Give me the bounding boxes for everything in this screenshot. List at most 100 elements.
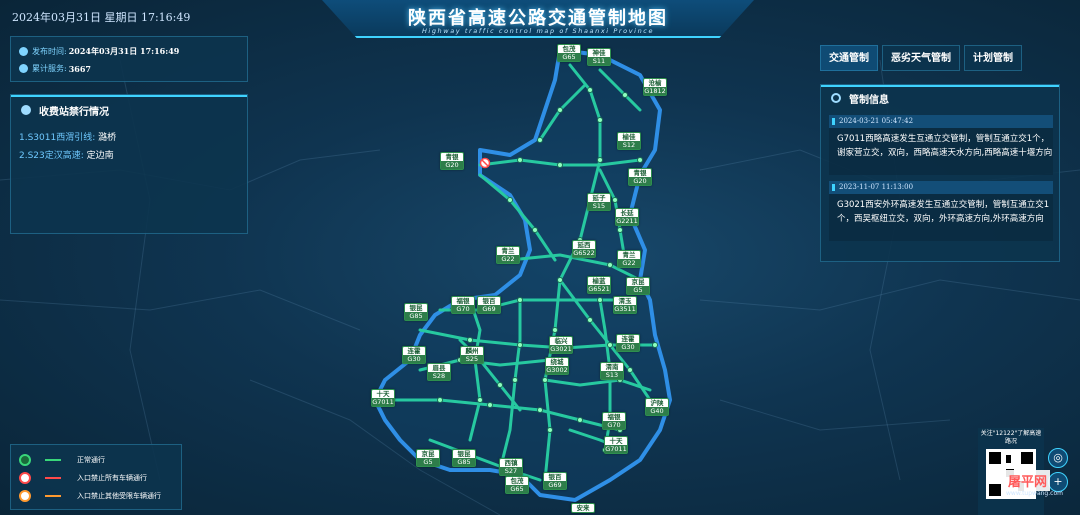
route-shield[interactable]: 沪陕 G40	[645, 398, 669, 416]
route-name: 临兴	[554, 337, 568, 345]
route-name: 银百	[482, 297, 496, 305]
route-name: 眉县	[432, 364, 446, 372]
legend-line	[45, 495, 61, 497]
route-code: S13	[601, 371, 623, 379]
route-code: G30	[403, 355, 425, 363]
no-entry-icon	[19, 472, 31, 484]
route-shield[interactable]: 青银 G20	[440, 152, 464, 170]
route-shield[interactable]: 连霍 G30	[402, 346, 426, 364]
route-shield[interactable]: 麟州 S25	[460, 346, 484, 364]
route-shield[interactable]: 神佳 S11	[587, 48, 611, 66]
route-shield[interactable]: 渭南 S13	[600, 362, 624, 380]
service-count-label: 累计服务:	[32, 64, 67, 73]
route-shield[interactable]: 长延 G2211	[615, 208, 639, 226]
route-shield[interactable]: 福银 G70	[451, 296, 475, 314]
route-name: 沧榆	[648, 79, 662, 87]
route-code: G7011	[605, 445, 627, 453]
control-info-panel: 管制信息 2024-03-21 05:47:42 G7011西略高速发生互通立交…	[820, 84, 1060, 262]
route-name: 福银	[456, 297, 470, 305]
notice-time: 2023-11-07 11:13:00	[829, 181, 1053, 194]
toll-station-panel: 收费站禁行情况 1.S3011西渭引线: 潞桥 2.S23定汉高速: 定边南	[10, 94, 248, 234]
route-code: G3002	[546, 366, 568, 374]
route-shield[interactable]: 临兴 G3021	[549, 336, 573, 354]
route-name: 长延	[620, 209, 634, 217]
top-bar: 2024年03月31日 星期日 17:16:49 陕西省高速公路交通管制地图 H…	[0, 0, 1080, 38]
route-code: G70	[452, 305, 474, 313]
route-code: G6522	[573, 249, 595, 257]
info-icon	[21, 105, 31, 115]
route-name: 沪陕	[650, 399, 664, 407]
route-code: G65	[558, 53, 580, 61]
route-code: S25	[461, 355, 483, 363]
route-code: G69	[478, 305, 500, 313]
route-shield[interactable]: 沧榆 G1812	[643, 78, 667, 96]
route-shield[interactable]: 延西 G6522	[572, 240, 596, 258]
route-code: G20	[441, 161, 463, 169]
route-name: 包茂	[562, 45, 576, 53]
route-shield[interactable]: 榆佳 S12	[617, 132, 641, 150]
route-shield[interactable]: 青兰 G22	[496, 246, 520, 264]
restricted-entry-icon	[19, 490, 31, 502]
route-shield[interactable]: 银昆 G85	[404, 303, 428, 321]
route-name: 西镇	[504, 459, 518, 467]
locate-button[interactable]: ◎	[1048, 448, 1068, 468]
route-code: S12	[618, 141, 640, 149]
route-shield[interactable]: 渭玉 G3511	[613, 296, 637, 314]
control-notice[interactable]: 2024-03-21 05:47:42 G7011西略高速发生互通立交管制，管制…	[829, 115, 1053, 175]
legend-item-restricted: 入口禁止其他受限车辆通行	[19, 487, 173, 505]
tab-planned-control[interactable]: 计划管制	[964, 45, 1022, 71]
route-shield[interactable]: 眉县 S28	[427, 363, 451, 381]
route-code: G1812	[644, 87, 666, 95]
route-name: 连霍	[621, 335, 635, 343]
route-code: G85	[453, 458, 475, 466]
toll-item-code: 1.S3011西渭引线:	[19, 133, 96, 143]
route-shield[interactable]: 京昆 G5	[416, 449, 440, 467]
route-code: G5	[627, 286, 649, 294]
route-name: 京昆	[421, 450, 435, 458]
route-shield[interactable]: 安来	[571, 503, 595, 513]
route-shield[interactable]: 十天 G7011	[604, 436, 628, 454]
route-shield[interactable]: 西镇 S27	[499, 458, 523, 476]
route-name: 福银	[607, 413, 621, 421]
toll-panel-header: 收费站禁行情况	[11, 95, 247, 123]
route-shield[interactable]: 包茂 G65	[557, 44, 581, 62]
route-code: G30	[617, 343, 639, 351]
map-legend: 正常通行 入口禁止所有车辆通行 入口禁止其他受限车辆通行	[10, 444, 182, 510]
tab-weather-control[interactable]: 恶劣天气管制	[882, 45, 960, 71]
toll-item[interactable]: 1.S3011西渭引线: 潞桥	[19, 129, 239, 147]
route-shield[interactable]: 银昆 G85	[452, 449, 476, 467]
route-shield[interactable]: 银百 G69	[477, 296, 501, 314]
watermark-logo: 屠平网	[1005, 470, 1051, 491]
route-shield[interactable]: 连霍 G30	[616, 334, 640, 352]
route-code: G69	[544, 481, 566, 489]
route-name: 渭玉	[618, 297, 632, 305]
route-shield[interactable]: 绕城 G3002	[545, 357, 569, 375]
route-name: 青银	[633, 169, 647, 177]
route-code: G3021	[550, 345, 572, 353]
route-shield[interactable]: 包茂 G65	[505, 476, 529, 494]
route-shield[interactable]: 榆蓝 G6521	[587, 276, 611, 294]
legend-label: 正常通行	[77, 456, 105, 464]
tab-traffic-control[interactable]: 交通管制	[820, 45, 878, 71]
route-shield[interactable]: 延子 S15	[587, 193, 611, 211]
route-shield[interactable]: 青银 G20	[628, 168, 652, 186]
route-code: G65	[506, 485, 528, 493]
closed-station-marker[interactable]	[479, 157, 491, 169]
route-shield[interactable]: 十天 G7011	[371, 389, 395, 407]
route-code: S11	[588, 57, 610, 65]
route-shield[interactable]: 青兰 G22	[617, 250, 641, 268]
route-shield[interactable]: 福银 G70	[602, 412, 626, 430]
route-name: 银昆	[409, 304, 423, 312]
normal-status-icon	[19, 454, 31, 466]
control-panel-header: 管制信息	[821, 85, 1059, 109]
legend-line	[45, 477, 61, 479]
toll-item[interactable]: 2.S23定汉高速: 定边南	[19, 147, 239, 165]
zoom-in-button[interactable]: +	[1048, 472, 1068, 492]
route-name: 京昆	[631, 278, 645, 286]
route-shield[interactable]: 银百 G69	[543, 472, 567, 490]
route-shield[interactable]: 京昆 G5	[626, 277, 650, 295]
route-name: 榆蓝	[592, 277, 606, 285]
control-notice[interactable]: 2023-11-07 11:13:00 G3021西安外环高速发生互通立交管制，…	[829, 181, 1053, 241]
legend-item-all-closed: 入口禁止所有车辆通行	[19, 469, 173, 487]
route-name: 渭南	[605, 363, 619, 371]
